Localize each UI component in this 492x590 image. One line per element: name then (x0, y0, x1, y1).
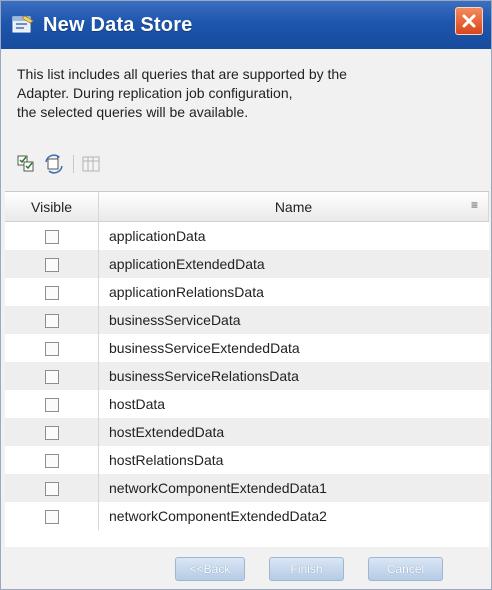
sort-icon[interactable]: ≡ (471, 198, 478, 212)
visible-cell (5, 390, 99, 418)
visible-cell (5, 474, 99, 502)
column-header-name[interactable]: Name ≡ (98, 192, 489, 222)
visible-cell (5, 446, 99, 474)
table-row[interactable]: hostExtendedData (5, 418, 489, 446)
visible-checkbox[interactable] (44, 482, 59, 497)
visible-cell (5, 278, 99, 306)
query-name: applicationRelationsData (109, 284, 264, 300)
queries-table-area: Visible Name ≡ applicationData applicati… (5, 191, 489, 548)
visible-checkbox[interactable] (44, 426, 59, 441)
table-row[interactable]: businessServiceRelationsData (5, 362, 489, 390)
invert-selection-icon (45, 154, 63, 174)
select-all-button[interactable] (15, 153, 37, 175)
query-name: hostExtendedData (98, 418, 489, 446)
query-name: networkComponentExtendedData1 (98, 474, 489, 502)
back-button[interactable]: <<Back (175, 557, 245, 581)
query-name: hostRelationsData (109, 452, 224, 468)
visible-checkbox[interactable] (44, 454, 59, 469)
description-text: This list includes all queries that are … (17, 65, 467, 122)
table-row[interactable]: applicationData (5, 221, 489, 250)
query-name: applicationExtendedData (98, 250, 489, 278)
select-all-icon (17, 155, 34, 172)
query-name: businessServiceData (98, 306, 489, 334)
visible-cell (5, 418, 99, 446)
visible-checkbox[interactable] (44, 510, 59, 525)
visible-checkbox[interactable] (44, 314, 59, 329)
table-row[interactable]: networkComponentExtendedData1 (5, 474, 489, 502)
column-header-name-label: Name (274, 198, 313, 215)
visible-checkbox[interactable] (44, 370, 59, 385)
query-name: applicationData (109, 228, 206, 244)
table-row[interactable]: applicationExtendedData (5, 250, 489, 278)
dialog-footer: <<Back Finish Cancel (1, 547, 491, 589)
column-settings-icon (82, 156, 100, 172)
title-bar[interactable]: New Data Store (1, 1, 491, 49)
finish-button[interactable]: Finish (269, 557, 344, 581)
visible-cell (5, 250, 99, 278)
description-line-1: This list includes all queries that are … (17, 66, 347, 82)
query-name: hostData (109, 396, 166, 412)
table-row[interactable]: hostData (5, 390, 489, 418)
table-row[interactable]: businessServiceExtendedData (5, 334, 489, 362)
table-row[interactable]: applicationRelationsData (5, 278, 489, 306)
column-header-visible[interactable]: Visible (5, 192, 99, 222)
close-button[interactable] (455, 7, 483, 35)
visible-checkbox[interactable] (44, 342, 59, 357)
visible-cell (5, 306, 99, 334)
visible-cell (5, 502, 99, 530)
visible-cell (5, 362, 99, 390)
close-icon (462, 14, 476, 28)
description-line-3: the selected queries will be available. (17, 104, 249, 120)
invert-selection-button[interactable] (43, 153, 65, 175)
query-name: networkComponentExtendedData2 (109, 508, 327, 524)
toolbar-separator (73, 155, 74, 173)
column-settings-button[interactable] (80, 153, 102, 175)
window-title: New Data Store (43, 13, 193, 36)
visible-checkbox[interactable] (44, 398, 59, 413)
new-data-store-dialog: New Data Store This list includes all qu… (0, 0, 492, 590)
queries-table: Visible Name ≡ applicationData applicati… (5, 192, 489, 530)
description-line-2: Adapter. During replication job configur… (17, 85, 293, 101)
table-toolbar (15, 151, 315, 177)
cancel-button[interactable]: Cancel (368, 557, 443, 581)
visible-cell (5, 334, 99, 362)
table-row[interactable]: businessServiceData (5, 306, 489, 334)
query-name: businessServiceRelationsData (98, 362, 489, 390)
table-row[interactable]: hostRelationsData (5, 446, 489, 474)
visible-checkbox[interactable] (44, 286, 59, 301)
visible-checkbox[interactable] (44, 230, 59, 245)
data-store-icon (11, 14, 35, 36)
visible-cell (5, 221, 99, 250)
visible-checkbox[interactable] (44, 258, 59, 273)
table-row[interactable]: networkComponentExtendedData2 (5, 502, 489, 530)
query-name: businessServiceExtendedData (109, 340, 300, 356)
